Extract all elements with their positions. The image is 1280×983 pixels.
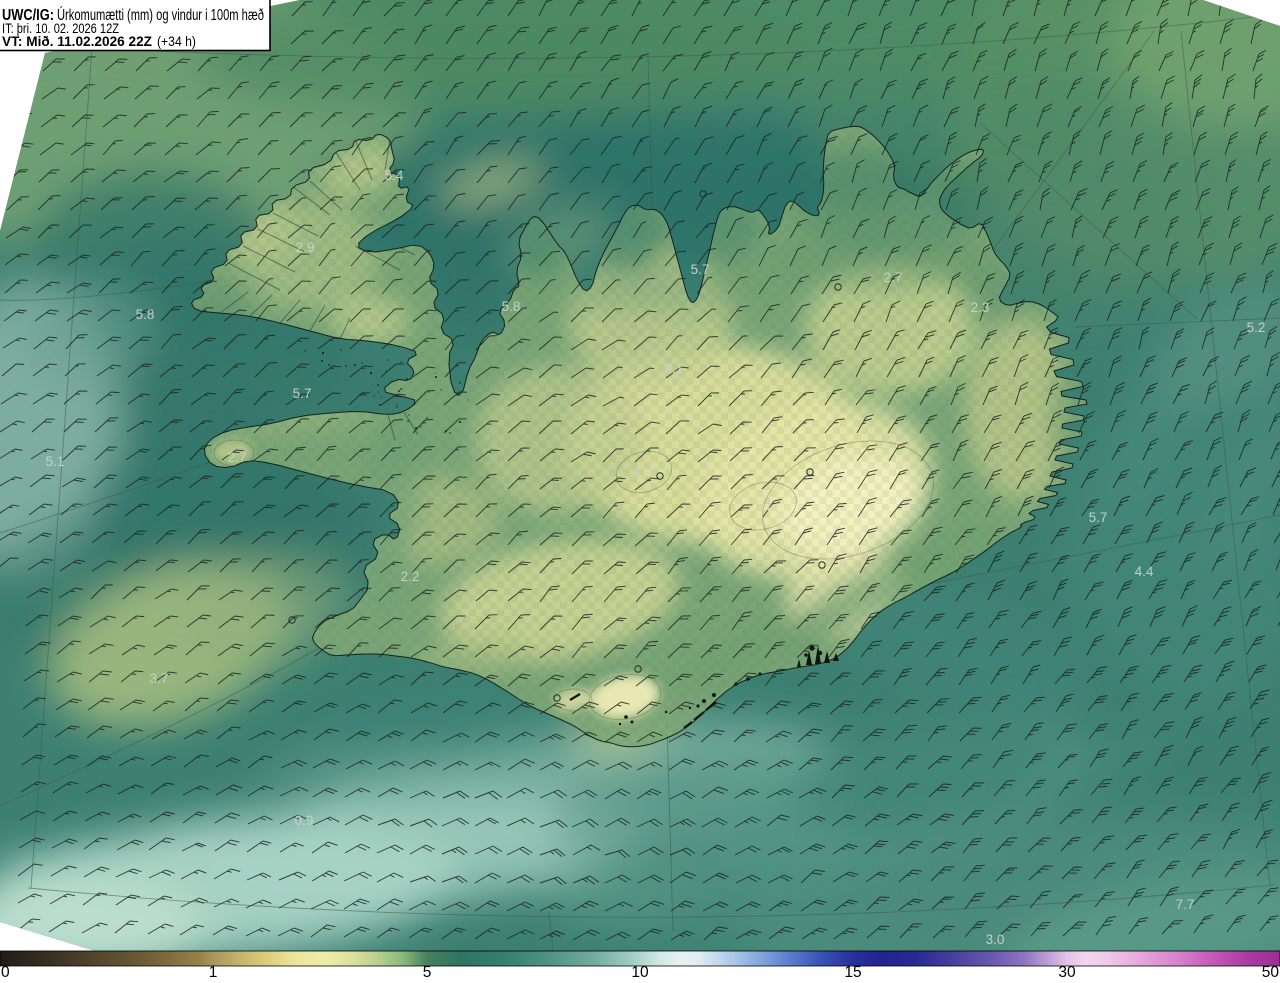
svg-text:5.8: 5.8 <box>136 307 155 322</box>
svg-text:2.9: 2.9 <box>296 240 315 255</box>
svg-text:30: 30 <box>1058 964 1076 978</box>
svg-text:2.1: 2.1 <box>665 361 684 376</box>
svg-text:1.1: 1.1 <box>754 498 773 513</box>
svg-text:5.8: 5.8 <box>502 299 521 314</box>
svg-text:4.4: 4.4 <box>1135 564 1154 579</box>
svg-text:0.9: 0.9 <box>295 813 314 828</box>
svg-text:5.2: 5.2 <box>1247 320 1266 335</box>
svg-text:3.0: 3.0 <box>986 932 1005 947</box>
svg-text:10: 10 <box>631 964 649 978</box>
svg-text:15: 15 <box>844 964 861 978</box>
svg-text:2.7: 2.7 <box>884 270 903 285</box>
svg-text:5: 5 <box>423 964 432 978</box>
svg-text:50: 50 <box>1262 964 1280 978</box>
svg-text:5.7: 5.7 <box>293 386 312 401</box>
svg-text:1: 1 <box>209 964 218 978</box>
svg-text:5.7: 5.7 <box>1089 510 1108 525</box>
svg-text:5.4: 5.4 <box>385 168 404 183</box>
svg-text:1.4: 1.4 <box>635 464 654 479</box>
svg-text:5.7: 5.7 <box>691 262 710 277</box>
svg-text:VT: Mið. 11.02.2026 22Z: VT: Mið. 11.02.2026 22Z <box>2 34 152 49</box>
svg-text:(+34 h): (+34 h) <box>157 34 196 49</box>
svg-text:2.2: 2.2 <box>401 569 420 584</box>
svg-text:2.7: 2.7 <box>228 450 247 465</box>
svg-text:5.1: 5.1 <box>46 454 65 469</box>
svg-text:3.7: 3.7 <box>150 671 169 686</box>
svg-text:7.7: 7.7 <box>1176 897 1195 912</box>
svg-text:0: 0 <box>1 964 10 978</box>
svg-text:2.3: 2.3 <box>971 300 990 315</box>
